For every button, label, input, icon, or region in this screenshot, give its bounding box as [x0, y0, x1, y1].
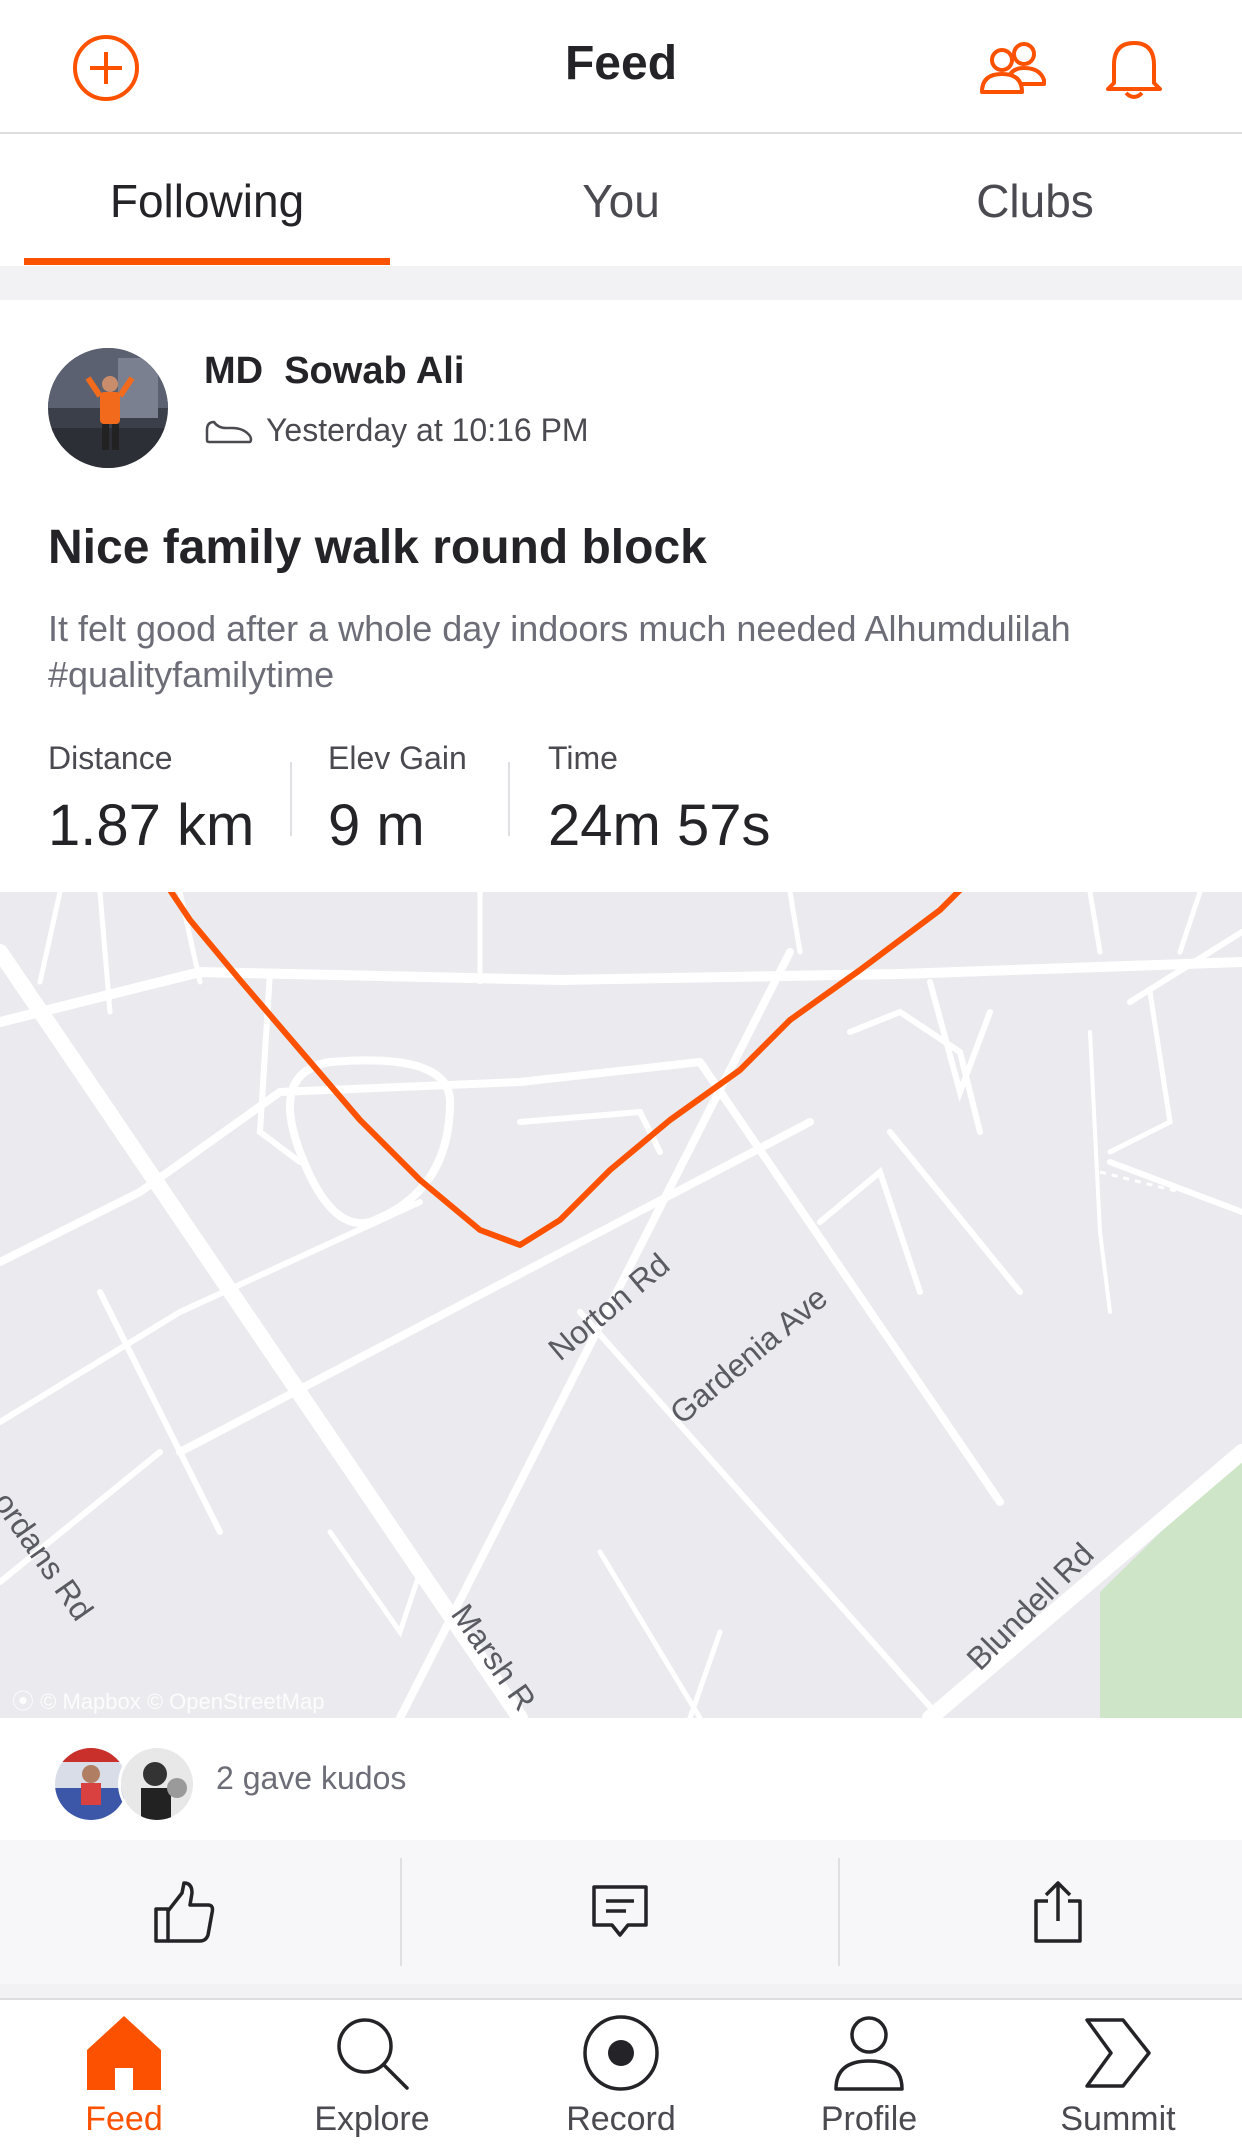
friends-icon[interactable] [976, 30, 1052, 106]
action-divider [838, 1858, 840, 1966]
stat-elevation-value: 9 m [328, 793, 425, 858]
map-attribution[interactable]: ⦿ © Mapbox © OpenStreetMap [12, 1684, 324, 1716]
shoe-icon [204, 416, 254, 446]
page-title: Feed [564, 37, 678, 90]
activity-description: It felt good after a whole day indoors m… [48, 608, 1071, 695]
stat-distance-label: Distance [48, 740, 173, 776]
nav-explore[interactable]: Explore [248, 2010, 496, 2148]
stat-time-value: 24m 57s [548, 793, 771, 858]
stat-divider [508, 762, 510, 836]
stat-time-label: Time [548, 740, 618, 776]
summit-icon [994, 2010, 1242, 2096]
home-icon [0, 2010, 248, 2096]
athlete-name[interactable]: MD Sowab Ali [204, 350, 464, 393]
stat-elevation-label: Elev Gain [328, 740, 467, 776]
athlete-avatar[interactable] [48, 348, 168, 468]
tab-following[interactable]: Following [24, 174, 390, 228]
profile-icon [745, 2010, 993, 2096]
search-icon [248, 2010, 496, 2096]
nav-profile[interactable]: Profile [745, 2010, 993, 2148]
action-divider [400, 1858, 402, 1966]
record-icon [497, 2010, 745, 2096]
active-tab-indicator [24, 258, 390, 265]
tab-clubs[interactable]: Clubs [880, 174, 1190, 228]
share-icon[interactable] [1018, 1872, 1098, 1952]
thumbs-up-icon[interactable] [144, 1872, 224, 1952]
kudos-count[interactable]: 2 gave kudos [216, 1760, 406, 1797]
comment-icon[interactable] [580, 1872, 660, 1952]
mapbox-logo-icon: ⦿ [12, 1689, 35, 1714]
section-divider [0, 266, 1242, 300]
activity-timestamp: Yesterday at 10:16 PM [266, 412, 589, 448]
kudos-avatar [118, 1745, 196, 1823]
stat-distance-value: 1.87 km [48, 793, 255, 858]
stat-divider [290, 762, 292, 836]
tab-you[interactable]: You [466, 174, 776, 228]
route-map[interactable]: Norton Rd Gardenia Ave Blundell Rd Marsh… [0, 892, 1242, 1718]
activity-title[interactable]: Nice family walk round block [48, 520, 707, 575]
nav-summit[interactable]: Summit [994, 2010, 1242, 2148]
bell-icon[interactable] [1096, 30, 1172, 106]
nav-record[interactable]: Record [497, 2010, 745, 2148]
nav-feed[interactable]: Feed [0, 2010, 248, 2148]
